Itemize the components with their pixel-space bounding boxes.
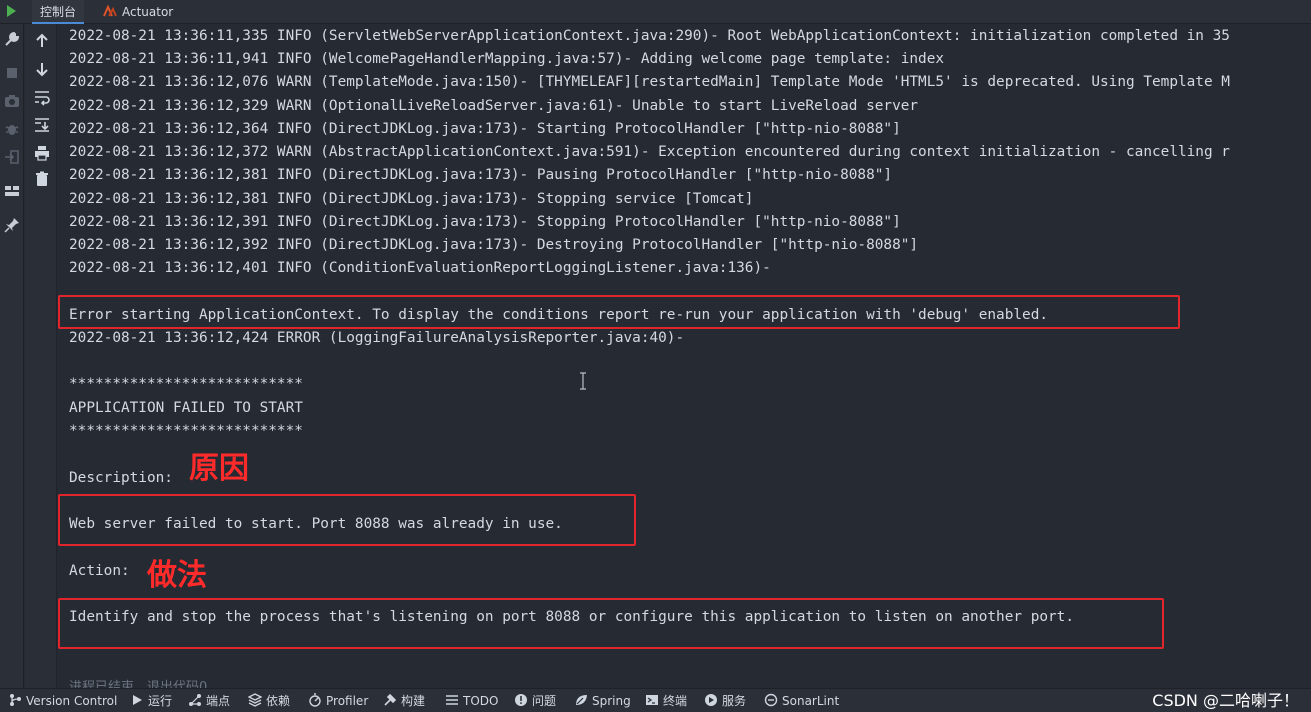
toolbar-label: 终端 [663, 694, 688, 708]
log-line: 2022-08-21 13:36:12,381 INFO (DirectJDKL… [69, 167, 893, 183]
print-icon[interactable] [33, 144, 51, 162]
bottom-tool-window-bar: Version Control 运行 端点 依赖 Profiler 构建 TOD… [0, 688, 1311, 712]
toolbar-version-control[interactable]: Version Control [8, 689, 117, 712]
log-line: 2022-08-21 13:36:12,424 ERROR (LoggingFa… [69, 330, 685, 346]
log-line: 2022-08-21 13:36:12,329 WARN (OptionalLi… [69, 98, 919, 114]
actuator-icon [103, 4, 117, 17]
trash-icon[interactable] [33, 170, 51, 188]
problems-icon [515, 694, 527, 706]
camera-icon[interactable] [3, 92, 21, 110]
toolbar-label: 问题 [532, 694, 557, 708]
left-tool-strip [0, 24, 24, 688]
toolbar-terminal[interactable]: 终端 [645, 689, 687, 712]
log-line: 2022-08-21 13:36:12,401 INFO (ConditionE… [69, 260, 771, 276]
toolbar-label: 依赖 [266, 694, 291, 708]
arrow-down-icon[interactable] [33, 60, 51, 78]
annotation-fix: 做法 [147, 558, 207, 593]
console-tab-bar: 控制台 Actuator [0, 0, 1311, 24]
highlight-box-error-context [58, 295, 1180, 329]
toolbar-label: SonarLint [782, 694, 840, 708]
toolbar-spring[interactable]: Spring [574, 689, 631, 712]
profiler-icon [309, 693, 321, 707]
version-control-icon [10, 694, 21, 706]
spring-icon [576, 695, 587, 705]
toolbar-label: 端点 [206, 694, 231, 708]
text-cursor-icon [580, 372, 586, 390]
log-line: APPLICATION FAILED TO START [69, 400, 303, 416]
layout-icon[interactable] [3, 182, 21, 200]
annotation-reason: 原因 [189, 451, 249, 486]
toolbar-dependencies[interactable]: 依赖 [248, 689, 290, 712]
log-line: 2022-08-21 13:36:12,392 INFO (DirectJDKL… [69, 237, 919, 253]
run-icon [133, 695, 142, 705]
todo-icon [446, 695, 458, 705]
build-icon [384, 693, 397, 706]
toolbar-label: 服务 [722, 694, 747, 708]
tab-actuator-label: Actuator [122, 5, 174, 19]
toolbar-run[interactable]: 运行 [130, 689, 172, 712]
process-exit-status: 进程已结束，退出代码0 [69, 680, 208, 688]
log-line: 2022-08-21 13:36:11,941 INFO (WelcomePag… [69, 51, 945, 67]
toolbar-profiler[interactable]: Profiler [308, 689, 368, 712]
services-icon [705, 694, 717, 706]
log-line: 2022-08-21 13:36:11,335 INFO (ServletWeb… [69, 28, 1230, 44]
log-line: 2022-08-21 13:36:12,364 INFO (DirectJDKL… [69, 121, 901, 137]
sonarlint-icon [764, 693, 778, 707]
toolbar-endpoints[interactable]: 端点 [188, 689, 230, 712]
toolbar-label: Profiler [326, 694, 369, 708]
highlight-box-action [58, 598, 1164, 649]
arrow-up-icon[interactable] [33, 32, 51, 50]
pin-icon[interactable] [3, 216, 21, 234]
log-line-description: Description: [69, 470, 173, 486]
csdn-watermark: CSDN @二哈喇子！ [1152, 691, 1299, 710]
log-line: 2022-08-21 13:36:12,391 INFO (DirectJDKL… [69, 214, 901, 230]
debug-bug-icon[interactable] [3, 120, 21, 138]
highlight-box-description [58, 494, 636, 546]
toolbar-build[interactable]: 构建 [383, 689, 425, 712]
tab-console[interactable]: 控制台 [32, 0, 85, 24]
soft-wrap-icon[interactable] [33, 88, 51, 106]
toolbar-sonarlint[interactable]: SonarLint [764, 689, 839, 712]
toolbar-label: TODO [463, 694, 499, 708]
toolbar-problems[interactable]: 问题 [514, 689, 556, 712]
login-icon[interactable] [3, 148, 21, 166]
toolbar-label: 运行 [148, 694, 173, 708]
log-line: *************************** [69, 376, 303, 392]
console-actions-strip [25, 24, 57, 688]
endpoints-icon [189, 694, 201, 706]
stop-icon[interactable] [3, 64, 21, 82]
console-output[interactable]: 2022-08-21 13:36:11,335 INFO (ServletWeb… [58, 24, 1311, 688]
log-line: 2022-08-21 13:36:12,076 WARN (TemplateMo… [69, 74, 1230, 90]
toolbar-label: Version Control [26, 694, 118, 708]
scroll-to-end-icon[interactable] [33, 116, 51, 134]
log-line-action: Action: [69, 563, 130, 579]
dependencies-icon [248, 693, 262, 707]
log-line: 2022-08-21 13:36:12,381 INFO (DirectJDKL… [69, 191, 754, 207]
toolbar-services[interactable]: 服务 [704, 689, 746, 712]
toolbar-todo[interactable]: TODO [445, 689, 498, 712]
run-icon[interactable] [3, 3, 19, 19]
terminal-icon [646, 695, 658, 705]
toolbar-label: 构建 [401, 694, 426, 708]
wrench-icon[interactable] [3, 30, 21, 48]
log-line: *************************** [69, 423, 303, 439]
tab-actuator[interactable]: Actuator [98, 0, 181, 24]
log-line: 2022-08-21 13:36:12,372 WARN (AbstractAp… [69, 144, 1230, 160]
toolbar-label: Spring [592, 694, 631, 708]
